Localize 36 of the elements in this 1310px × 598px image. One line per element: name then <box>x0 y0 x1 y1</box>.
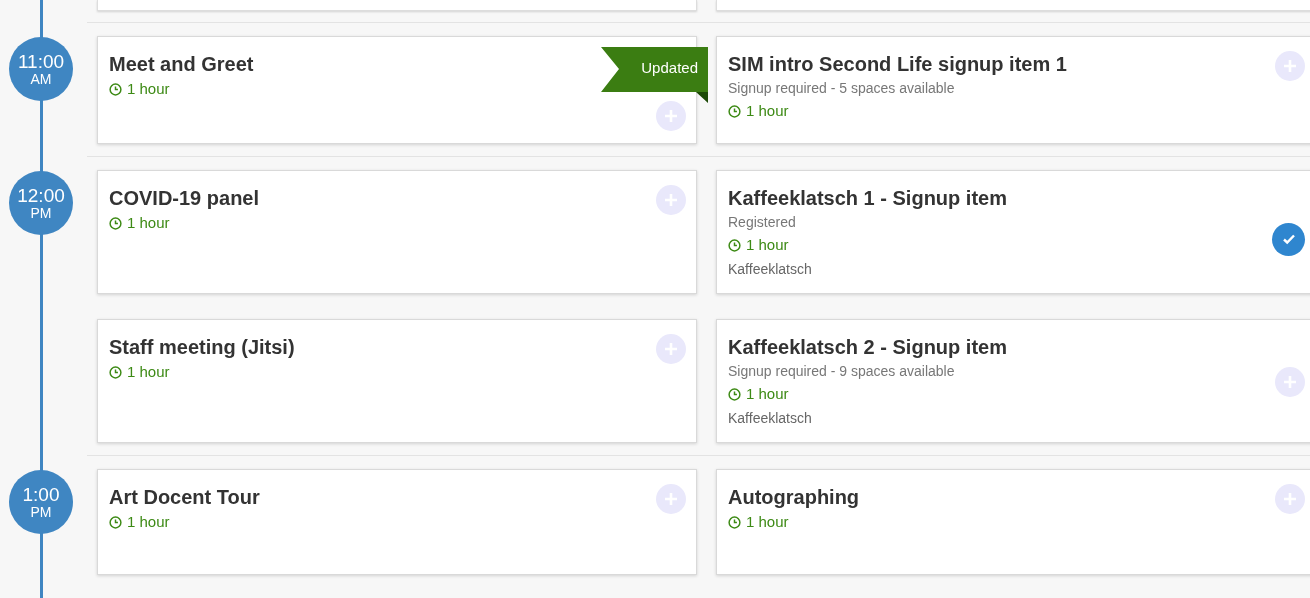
period-label: PM <box>30 504 52 520</box>
event-category: Kaffeeklatsch <box>728 260 813 279</box>
event-duration: 1 hour <box>127 362 170 382</box>
clock-icon <box>109 216 122 230</box>
period-label: AM <box>30 71 52 87</box>
event-title: SIM intro Second Life signup item 1 <box>728 52 1068 77</box>
event-duration: 1 hour <box>127 512 170 532</box>
event-duration: 1 hour <box>127 213 170 233</box>
time-label: 11:00 <box>17 51 65 72</box>
clock-icon <box>109 515 122 529</box>
event-duration: 1 hour <box>746 101 789 121</box>
clock-icon <box>728 104 741 118</box>
clock-icon <box>728 238 741 252</box>
event-duration: 1 hour <box>746 512 789 532</box>
event-title: Kaffeeklatsch 1 - Signup item <box>728 186 1008 211</box>
event-category: Kaffeeklatsch <box>728 409 813 428</box>
clock-icon <box>728 515 741 529</box>
event-title: Kaffeeklatsch 2 - Signup item <box>728 335 1008 360</box>
period-label: PM <box>30 205 52 221</box>
time-label: 12:00 <box>17 185 65 206</box>
event-duration: 1 hour <box>127 79 170 99</box>
event-note: Registered <box>728 213 797 232</box>
event-title: Staff meeting (Jitsi) <box>109 335 296 360</box>
event-title: COVID-19 panel <box>109 186 261 211</box>
event-title: Art Docent Tour <box>109 485 261 510</box>
time-label: 1:00 <box>22 484 60 505</box>
clock-icon <box>109 365 122 379</box>
event-note: Signup required - 9 spaces available <box>728 362 956 381</box>
event-duration: 1 hour <box>746 235 789 255</box>
event-title: Autographing <box>728 485 861 510</box>
clock-icon <box>728 387 741 401</box>
event-note: Signup required - 5 spaces available <box>728 79 956 98</box>
registered-check-button[interactable] <box>1272 222 1305 256</box>
event-duration: 1 hour <box>746 384 789 404</box>
clock-icon <box>109 82 122 96</box>
updated-ribbon: Updated <box>601 47 708 103</box>
